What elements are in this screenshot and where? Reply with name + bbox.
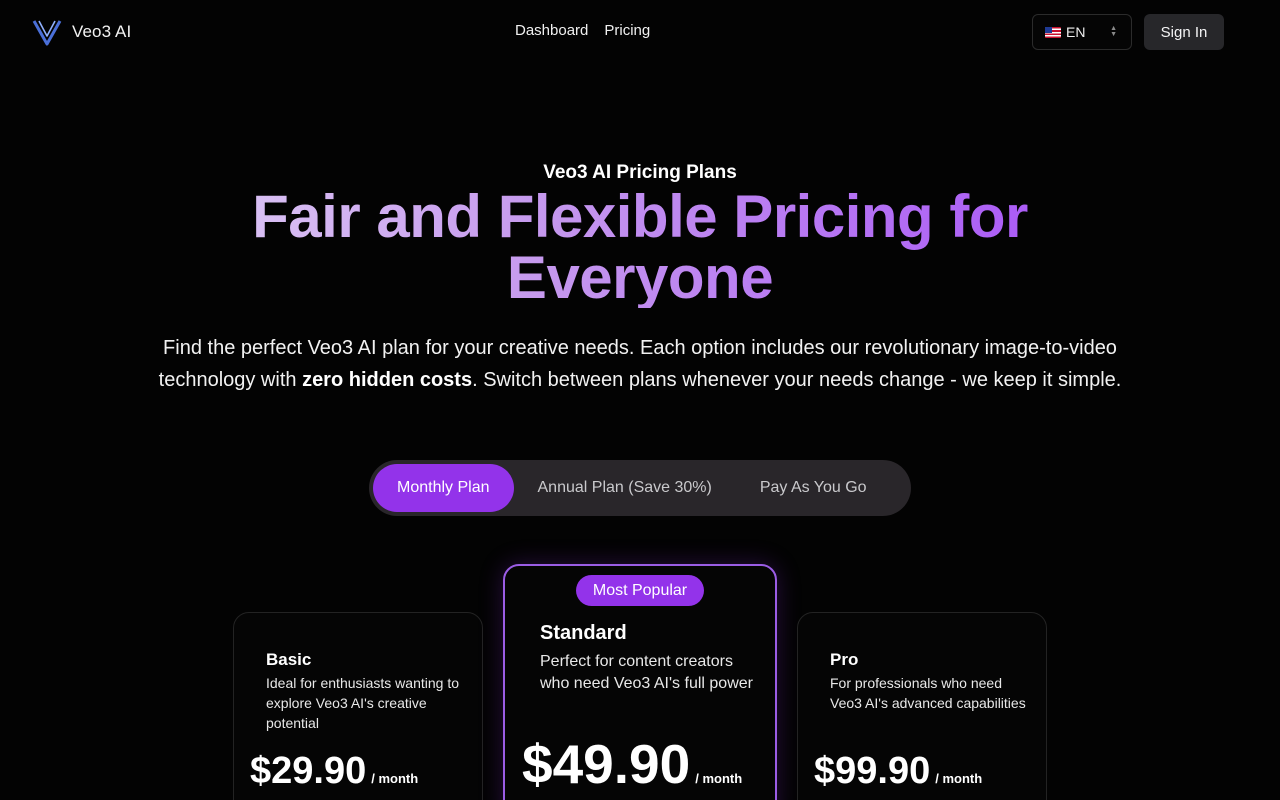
price-amount: $99.90 bbox=[814, 750, 931, 792]
hero-description-text-end: . Switch between plans whenever your nee… bbox=[472, 369, 1122, 391]
nav-link-pricing[interactable]: Pricing bbox=[604, 22, 650, 39]
tab-monthly-plan[interactable]: Monthly Plan bbox=[373, 464, 514, 512]
sign-in-button[interactable]: Sign In bbox=[1144, 14, 1224, 50]
price-period: / month bbox=[371, 771, 419, 786]
plan-description-standard: Perfect for content creators who need Ve… bbox=[540, 653, 753, 692]
plan-price-standard: $49.90 / month bbox=[522, 732, 742, 796]
page-title: Fair and Flexible Pricing for Everyone bbox=[190, 186, 1090, 308]
main-nav: Dashboard Pricing bbox=[515, 22, 650, 39]
price-amount: $29.90 bbox=[250, 750, 367, 792]
plan-name-standard: Standard bbox=[540, 622, 627, 644]
plan-name-pro: Pro bbox=[830, 650, 859, 669]
nav-link-dashboard[interactable]: Dashboard bbox=[515, 22, 588, 39]
price-period: / month bbox=[695, 771, 743, 786]
tab-annual-plan[interactable]: Annual Plan (Save 30%) bbox=[514, 464, 736, 512]
plan-description-basic: Ideal for enthusiasts wanting to explore… bbox=[266, 675, 460, 731]
plan-price-basic: $29.90 / month bbox=[250, 750, 418, 793]
top-navbar: Veo3 AI Dashboard Pricing EN ▲ ▼ Sign In bbox=[0, 0, 1280, 64]
price-amount: $49.90 bbox=[522, 733, 691, 795]
plan-price-pro: $99.90 / month bbox=[814, 750, 982, 793]
pricing-eyebrow: Veo3 AI Pricing Plans bbox=[543, 162, 737, 183]
chevron-up-down-icon: ▲ ▼ bbox=[1110, 25, 1117, 38]
plan-description-pro: For professionals who need Veo3 AI's adv… bbox=[830, 675, 1026, 711]
most-popular-badge: Most Popular bbox=[576, 575, 704, 606]
tab-pay-as-you-go[interactable]: Pay As You Go bbox=[736, 464, 891, 512]
veo3-logo-icon bbox=[32, 20, 62, 46]
language-value: EN bbox=[1066, 24, 1086, 40]
us-flag-icon bbox=[1045, 26, 1061, 38]
hero-description: Find the perfect Veo3 AI plan for your c… bbox=[120, 332, 1160, 396]
hero-description-highlight: zero hidden costs bbox=[302, 369, 473, 391]
billing-toggle: Monthly Plan Annual Plan (Save 30%) Pay … bbox=[369, 460, 911, 516]
language-select[interactable]: EN ▲ ▼ bbox=[1032, 14, 1132, 50]
brand-link[interactable]: Veo3 AI bbox=[32, 17, 131, 47]
price-period: / month bbox=[935, 771, 983, 786]
plan-name-basic: Basic bbox=[266, 650, 312, 669]
brand-name: Veo3 AI bbox=[72, 22, 132, 41]
pricing-page: Veo3 AI Dashboard Pricing EN ▲ ▼ Sign In … bbox=[0, 0, 1280, 800]
